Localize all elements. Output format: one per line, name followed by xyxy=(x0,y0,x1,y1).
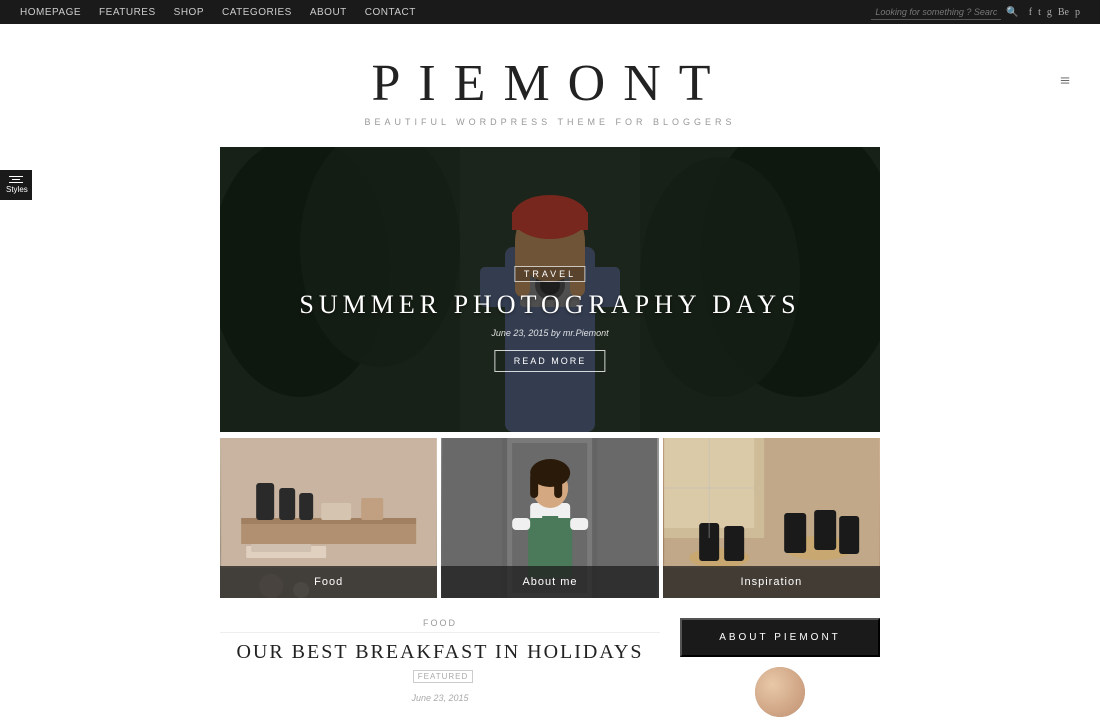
nav-features[interactable]: FEATURES xyxy=(99,7,156,18)
thumb-inspiration[interactable]: Inspiration xyxy=(663,438,880,598)
styles-button[interactable]: Styles xyxy=(0,170,32,200)
search-icon[interactable]: 🔍 xyxy=(1006,7,1018,18)
nav-links: HOMEPAGE FEATURES SHOP CATEGORIES ABOUT … xyxy=(20,7,416,18)
hero-background: TRAVEL SUMMER PHOTOGRAPHY DAYS June 23, … xyxy=(220,147,880,432)
thumb-about-label: About me xyxy=(441,566,658,598)
nav-about[interactable]: ABOUT xyxy=(310,7,347,18)
site-header: PIEMONT BEAUTIFUL WORDPRESS THEME FOR BL… xyxy=(0,24,1100,137)
nav-shop[interactable]: SHOP xyxy=(174,7,204,18)
post-date: June 23, 2015 xyxy=(220,693,660,703)
twitter-icon[interactable]: t xyxy=(1038,7,1041,18)
line-icon xyxy=(9,182,23,183)
thumb-inspiration-label: Inspiration xyxy=(663,566,880,598)
thumbnails-row: Food xyxy=(220,438,880,598)
avatar xyxy=(755,667,805,717)
post-title: OUR BEST BREAKFAST IN HOLIDAYS featured xyxy=(220,641,660,687)
thumb-about[interactable]: About me xyxy=(441,438,658,598)
styles-label: Styles xyxy=(6,185,28,194)
search-bar[interactable]: 🔍 xyxy=(871,5,1018,20)
hero-tag: TRAVEL xyxy=(515,266,585,282)
nav-categories[interactable]: CATEGORIES xyxy=(222,7,292,18)
site-title: PIEMONT xyxy=(20,54,1080,113)
search-input[interactable] xyxy=(871,5,1001,20)
avatar-image xyxy=(755,667,805,717)
featured-badge: featured xyxy=(413,670,474,683)
social-icons: f t g Be p xyxy=(1029,7,1080,18)
line-icon xyxy=(9,176,23,177)
sidebar: ABOUT PIEMONT xyxy=(680,618,880,717)
facebook-icon[interactable]: f xyxy=(1029,7,1032,18)
about-piemont-button[interactable]: ABOUT PIEMONT xyxy=(680,618,880,657)
nav-contact[interactable]: CONTACT xyxy=(365,7,416,18)
hero-meta: June 23, 2015 by mr.Piemont xyxy=(299,328,800,338)
thumb-food[interactable]: Food xyxy=(220,438,437,598)
content-area: FOOD OUR BEST BREAKFAST IN HOLIDAYS feat… xyxy=(220,618,880,717)
hero-title: SUMMER PHOTOGRAPHY DAYS xyxy=(299,290,800,320)
pinterest-icon[interactable]: p xyxy=(1075,7,1080,18)
site-subtitle: BEAUTIFUL WORDPRESS THEME FOR BLOGGERS xyxy=(20,117,1080,127)
read-more-button[interactable]: READ MORE xyxy=(495,350,606,372)
hamburger-menu[interactable]: ≡ xyxy=(1060,70,1070,91)
nav-right: 🔍 f t g Be p xyxy=(871,5,1080,20)
top-navigation: HOMEPAGE FEATURES SHOP CATEGORIES ABOUT … xyxy=(0,0,1100,24)
thumb-food-label: Food xyxy=(220,566,437,598)
main-content: FOOD OUR BEST BREAKFAST IN HOLIDAYS feat… xyxy=(220,618,660,717)
line-icon xyxy=(12,179,20,180)
hero-content: TRAVEL SUMMER PHOTOGRAPHY DAYS June 23, … xyxy=(299,264,800,372)
hero-section: TRAVEL SUMMER PHOTOGRAPHY DAYS June 23, … xyxy=(220,147,880,432)
nav-homepage[interactable]: HOMEPAGE xyxy=(20,7,81,18)
post-category[interactable]: FOOD xyxy=(220,618,660,633)
googleplus-icon[interactable]: g xyxy=(1047,7,1052,18)
behance-icon[interactable]: Be xyxy=(1058,7,1069,18)
